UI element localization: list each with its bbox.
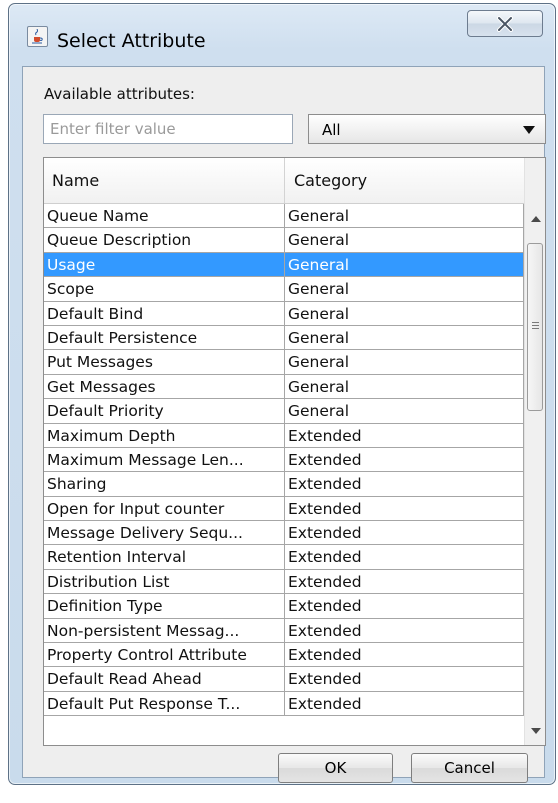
vertical-scrollbar[interactable] <box>524 158 545 745</box>
table-body: Queue Name General Queue Description Genera… <box>44 204 524 717</box>
cell-category: Extended <box>285 643 524 668</box>
table-row[interactable]: Open for Input counter Extended <box>44 496 524 522</box>
cell-name: Default Persistence <box>44 325 285 351</box>
cell-name: Default Put Response T... <box>44 691 285 717</box>
cell-category: General <box>285 277 524 302</box>
table-row[interactable]: Maximum Message Len... Extended <box>44 447 524 473</box>
cell-category: Extended <box>285 447 524 473</box>
table-row[interactable]: Distribution List Extended <box>44 569 524 595</box>
table-row[interactable]: Queue Description General <box>44 228 524 253</box>
table-row[interactable]: Maximum Depth Extended <box>44 423 524 448</box>
table-row[interactable]: Sharing Extended <box>44 472 524 497</box>
table-row[interactable]: Default Read Ahead Extended <box>44 667 524 692</box>
cell-name: Message Delivery Sequ... <box>44 521 285 546</box>
table-row[interactable]: Put Messages General <box>44 350 524 375</box>
cell-category: General <box>285 325 524 351</box>
table-row[interactable]: Default Bind General <box>44 301 524 326</box>
cell-name: Scope <box>44 277 285 302</box>
title-bar[interactable]: Select Attribute <box>9 4 555 52</box>
table-row[interactable]: Property Control Attribute Extended <box>44 643 524 668</box>
cell-category: General <box>285 228 524 253</box>
cell-name: Non-persistent Messag... <box>44 618 285 644</box>
window-title: Select Attribute <box>57 30 206 52</box>
filter-input[interactable] <box>43 114 293 144</box>
cell-category: General <box>285 350 524 375</box>
cell-category: General <box>285 252 524 278</box>
scroll-down-arrow-icon[interactable] <box>531 728 541 734</box>
table-row[interactable]: Message Delivery Sequ... Extended <box>44 521 524 546</box>
cell-category: Extended <box>285 521 524 546</box>
cell-name: Maximum Message Len... <box>44 447 285 473</box>
cell-name: Usage <box>44 252 285 278</box>
column-header-category[interactable]: Category <box>294 171 367 190</box>
cell-category: Extended <box>285 569 524 595</box>
cell-name: Retention Interval <box>44 545 285 570</box>
category-filter-dropdown[interactable]: All <box>308 114 546 144</box>
column-divider[interactable] <box>284 158 285 203</box>
close-button[interactable] <box>467 10 543 37</box>
cell-category: General <box>285 301 524 326</box>
cell-name: Queue Description <box>44 228 285 253</box>
cell-name: Maximum Depth <box>44 423 285 448</box>
table-row[interactable]: Get Messages General <box>44 374 524 400</box>
cell-category: Extended <box>285 472 524 497</box>
cell-name: Definition Type <box>44 594 285 619</box>
table-row[interactable]: Retention Interval Extended <box>44 545 524 570</box>
cell-category: Extended <box>285 594 524 619</box>
table-row[interactable]: Non-persistent Messag... Extended <box>44 618 524 644</box>
cell-name: Default Priority <box>44 399 285 424</box>
cell-category: Extended <box>285 618 524 644</box>
table-row[interactable]: Scope General <box>44 277 524 302</box>
cell-category: Extended <box>285 423 524 448</box>
table-row[interactable]: Queue Name General <box>44 204 524 229</box>
java-cup-icon <box>27 26 48 47</box>
cell-name: Queue Name <box>44 204 285 229</box>
cancel-button[interactable]: Cancel <box>411 753 528 783</box>
close-x-icon <box>497 15 513 32</box>
ok-button[interactable]: OK <box>278 753 393 783</box>
scrollbar-thumb[interactable] <box>527 243 543 411</box>
dialog-content: Available attributes: All Name Category … <box>22 66 546 783</box>
table-row[interactable]: Usage General <box>44 252 524 278</box>
cell-category: Extended <box>285 691 524 717</box>
column-header-name[interactable]: Name <box>52 171 99 190</box>
cell-name: Sharing <box>44 472 285 497</box>
table-row[interactable]: Default Persistence General <box>44 325 524 351</box>
grip-line <box>532 322 539 323</box>
attributes-table: Name Category Queue Name General Queue Des… <box>43 157 546 746</box>
cell-category: General <box>285 374 524 400</box>
cell-name: Default Bind <box>44 301 285 326</box>
select-attribute-dialog: Select Attribute Available attributes: A… <box>8 3 556 785</box>
cell-name: Property Control Attribute <box>44 643 285 668</box>
scroll-up-arrow-icon[interactable] <box>531 216 541 222</box>
cell-category: Extended <box>285 496 524 522</box>
cell-name: Put Messages <box>44 350 285 375</box>
category-filter-value: All <box>322 121 341 139</box>
cell-name: Open for Input counter <box>44 496 285 522</box>
cell-name: Distribution List <box>44 569 285 595</box>
cell-category: Extended <box>285 545 524 570</box>
cell-name: Get Messages <box>44 374 285 400</box>
cell-category: Extended <box>285 667 524 692</box>
grip-line <box>532 328 539 329</box>
table-header: Name Category <box>44 158 524 204</box>
chevron-down-icon <box>523 126 535 134</box>
available-attributes-label: Available attributes: <box>44 85 195 103</box>
cell-name: Default Read Ahead <box>44 667 285 692</box>
cell-category: General <box>285 204 524 229</box>
table-row[interactable]: Definition Type Extended <box>44 594 524 619</box>
table-row[interactable]: Default Priority General <box>44 399 524 424</box>
grip-line <box>532 325 539 326</box>
table-row[interactable]: Default Put Response T... Extended <box>44 691 524 717</box>
cell-category: General <box>285 399 524 424</box>
